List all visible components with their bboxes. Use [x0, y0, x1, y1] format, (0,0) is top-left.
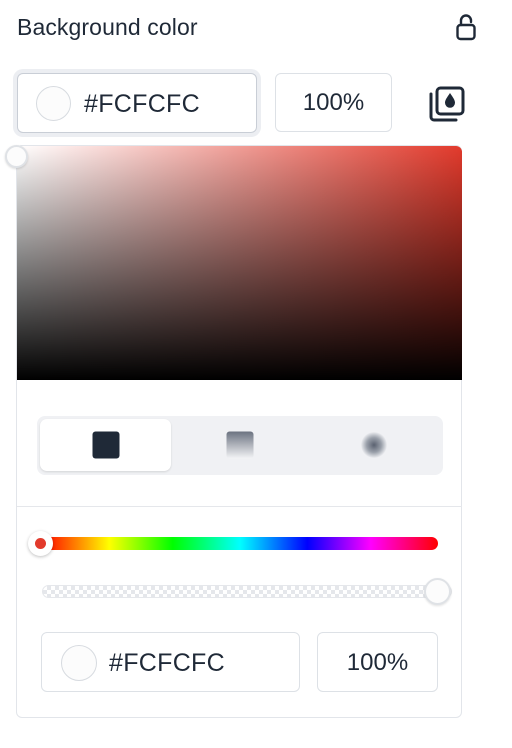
picker-opacity-value: 100% [346, 649, 409, 676]
linear-gradient-icon [226, 431, 253, 459]
color-library-icon[interactable] [425, 83, 467, 125]
lock-open-icon[interactable] [454, 12, 478, 42]
divider [17, 506, 462, 507]
saturation-value-area[interactable] [17, 146, 462, 380]
hue-slider-handle[interactable] [28, 531, 53, 556]
fill-mode-selector [37, 416, 443, 475]
opacity-value: 100% [302, 89, 365, 116]
color-picker-panel: #FCFCFC 100% [16, 145, 462, 718]
saturation-value-handle[interactable] [5, 145, 28, 168]
background-color-header: Background color [17, 12, 487, 46]
picker-hex-input[interactable]: #FCFCFC [41, 632, 300, 692]
hex-value: #FCFCFC [84, 90, 200, 118]
picker-hex-value: #FCFCFC [109, 649, 225, 677]
solid-mode-button[interactable] [40, 419, 171, 471]
opacity-input[interactable]: 100% [275, 73, 392, 132]
alpha-slider-handle[interactable] [424, 578, 451, 605]
radial-gradient-mode-button[interactable] [308, 419, 439, 471]
section-title: Background color [17, 14, 198, 40]
hex-color-input[interactable]: #FCFCFC [17, 73, 257, 133]
solid-fill-icon [92, 431, 119, 459]
hue-slider[interactable] [42, 537, 438, 550]
picker-color-swatch [61, 645, 97, 681]
picker-opacity-input[interactable]: 100% [317, 632, 438, 692]
radial-gradient-icon [360, 432, 387, 458]
linear-gradient-mode-button[interactable] [174, 419, 305, 471]
alpha-slider[interactable] [42, 585, 452, 598]
color-swatch[interactable] [36, 86, 71, 121]
